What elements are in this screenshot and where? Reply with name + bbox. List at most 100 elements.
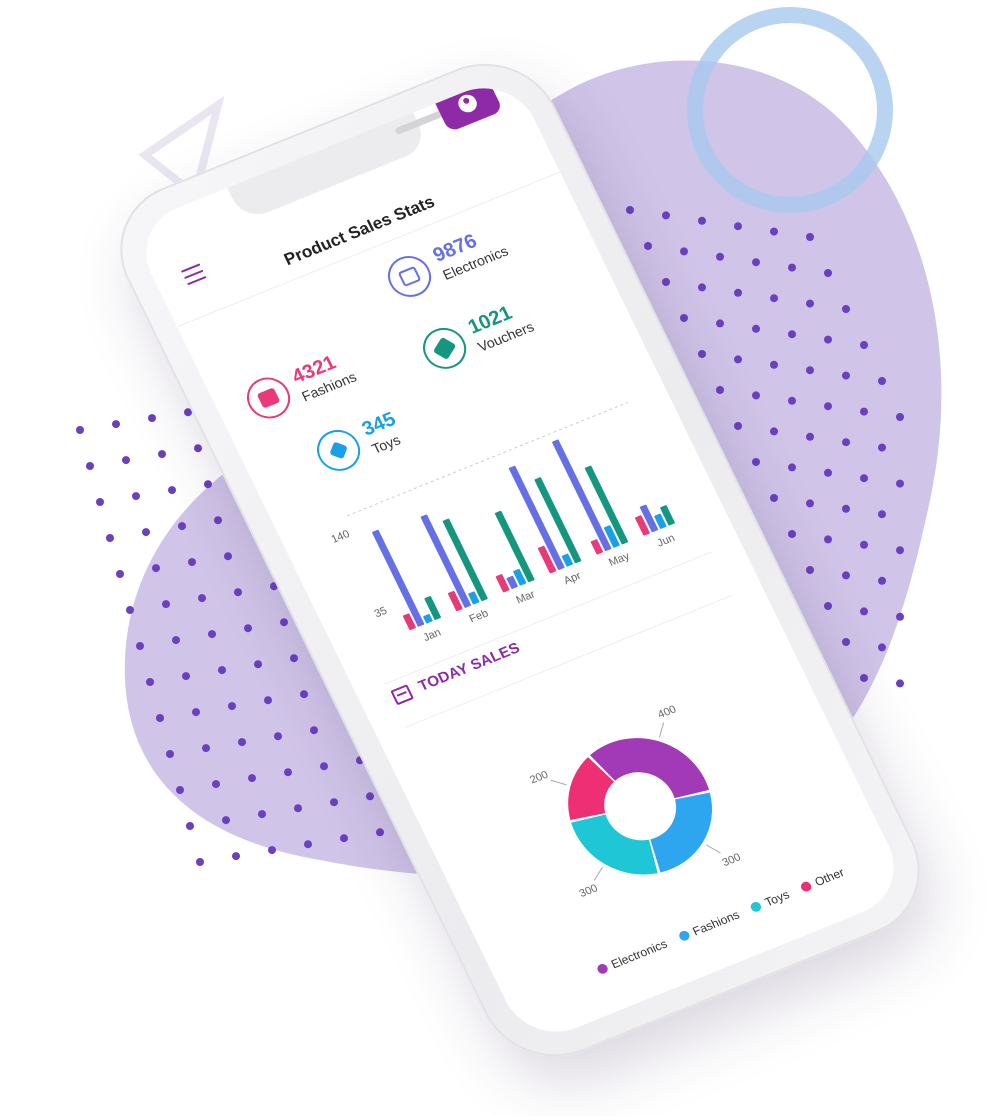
decor-dot: [896, 413, 904, 421]
decor-dot: [788, 530, 796, 538]
decor-dot: [248, 774, 256, 783]
legend-swatch: [595, 962, 610, 976]
leader-line: [550, 779, 567, 786]
decor-dot: [178, 522, 186, 531]
decor-dot: [192, 708, 200, 717]
decor-dot: [196, 858, 204, 866]
legend-item[interactable]: Toys: [749, 887, 792, 914]
decor-dot: [806, 499, 814, 508]
decor-dot: [752, 258, 760, 267]
decor-dot: [122, 456, 130, 465]
slice-value-label: 300: [577, 882, 599, 900]
decor-dot: [152, 564, 160, 573]
hamburger-menu-icon[interactable]: [180, 263, 207, 286]
decor-dot: [268, 846, 276, 855]
decor-dot: [304, 840, 312, 849]
decor-dot: [806, 299, 814, 308]
decor-dot: [186, 822, 194, 830]
x-tick-label: May: [607, 550, 632, 569]
decor-dot: [126, 606, 134, 614]
decor-dot: [734, 288, 742, 297]
decor-dot: [218, 666, 226, 675]
decor-dot: [136, 642, 144, 650]
decor-dot: [878, 377, 886, 385]
y-tick-label: 35: [373, 605, 390, 620]
leader-line: [705, 844, 721, 854]
decor-dot: [842, 305, 850, 313]
decor-dot: [734, 355, 742, 364]
decor-dot: [896, 679, 904, 688]
decor-dot: [228, 702, 236, 711]
decor-dot: [716, 319, 724, 328]
calendar-icon: [390, 683, 414, 705]
pinwheel-icon: [309, 423, 368, 478]
decor-dot: [788, 263, 796, 272]
decor-dot: [340, 834, 348, 843]
decor-dot: [842, 438, 850, 447]
decor-dot: [842, 504, 850, 513]
decor-dot: [896, 546, 904, 555]
bar[interactable]: [442, 518, 488, 602]
decor-dot: [176, 786, 184, 794]
decor-dot: [716, 386, 724, 394]
decor-dot: [224, 552, 232, 561]
decor-dot: [698, 283, 706, 292]
decor-dot: [366, 792, 374, 801]
decor-dot: [222, 816, 230, 825]
decor-dot: [860, 474, 868, 483]
decor-dot: [662, 278, 670, 286]
decor-dot: [788, 396, 796, 405]
legend-item[interactable]: Other: [798, 865, 846, 894]
decor-dot: [860, 407, 868, 416]
decor-dot: [300, 690, 308, 699]
decor-dot: [770, 427, 778, 436]
decor-dot: [878, 510, 886, 519]
decor-dot: [752, 324, 760, 333]
decor-dot: [860, 341, 868, 349]
decor-dot: [166, 750, 174, 758]
decor-dot: [116, 570, 124, 578]
decor-dot: [254, 660, 262, 669]
stat-fashions: 4321 Fashions: [239, 346, 360, 425]
decor-dot: [824, 535, 832, 544]
decor-dot: [770, 360, 778, 369]
decor-dot: [896, 612, 904, 621]
decor-dot: [148, 414, 156, 423]
book-reader-icon: [239, 371, 298, 425]
decor-dot: [264, 696, 272, 705]
legend-label: Fashions: [690, 907, 742, 939]
slice-value-label: 400: [656, 703, 678, 721]
decor-dot: [232, 852, 240, 861]
x-tick-label: Mar: [514, 588, 537, 606]
decor-dot: [878, 576, 886, 585]
bar[interactable]: [495, 574, 510, 593]
decor-dot: [132, 492, 140, 501]
decor-dot: [824, 468, 832, 477]
decor-dot: [824, 269, 832, 277]
decor-dot: [208, 630, 216, 639]
decor-dot: [146, 678, 154, 686]
ticket-icon: [415, 321, 474, 376]
decor-dot: [280, 618, 288, 627]
decor-dot: [878, 443, 886, 452]
decor-dot: [142, 528, 150, 537]
decor-dot: [788, 463, 796, 472]
decor-dot: [376, 828, 384, 837]
decor-dot: [680, 314, 688, 322]
decor-dot: [212, 780, 220, 789]
decor-dot: [824, 402, 832, 411]
legend-swatch: [677, 929, 691, 943]
decor-dot: [156, 714, 164, 722]
decor-dot: [860, 540, 868, 549]
decor-dot: [158, 450, 166, 459]
bar[interactable]: [423, 613, 433, 624]
decor-dot: [274, 732, 282, 741]
decor-dot: [788, 330, 796, 339]
decor-dot: [162, 600, 170, 609]
legend-label: Other: [812, 865, 847, 890]
decor-dot: [182, 672, 190, 681]
decor-dot: [214, 516, 222, 525]
stat-toys: 345 Toys: [309, 407, 408, 478]
decor-dot: [806, 566, 814, 574]
legend-label: Toys: [762, 887, 792, 910]
